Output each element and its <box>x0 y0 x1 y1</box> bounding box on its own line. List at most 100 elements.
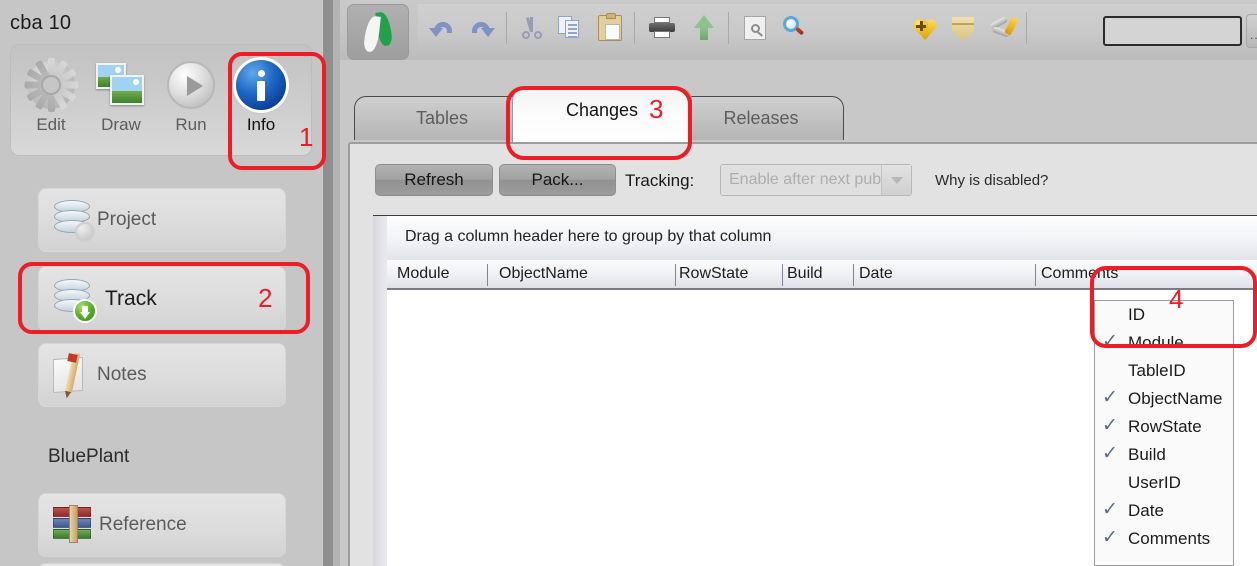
column-header-rowstate[interactable]: RowState <box>679 265 748 283</box>
info-icon <box>235 59 287 111</box>
mode-label-info: Info <box>246 115 276 134</box>
books-icon <box>51 505 95 545</box>
toolbar-separator <box>634 12 635 44</box>
menu-item-userid[interactable]: UserID <box>1095 469 1233 497</box>
pack-button[interactable]: Pack... <box>499 164 616 196</box>
menu-item-module[interactable]: ✓ Module <box>1095 329 1233 357</box>
mode-label-run: Run <box>175 115 207 134</box>
zoom-button[interactable] <box>776 12 810 44</box>
sidebar-item-label-track: Track <box>105 287 157 310</box>
column-chooser-menu[interactable]: ID ✓ Module TableID ✓ ObjectName ✓ RowSt… <box>1094 300 1234 566</box>
toolbar-separator <box>728 12 729 44</box>
magnifier-icon <box>783 16 807 40</box>
grid-row-indicator-column <box>373 216 387 566</box>
check-icon <box>1102 472 1118 492</box>
check-icon: ✓ <box>1102 415 1118 436</box>
menu-item-label: Date <box>1128 501 1164 520</box>
column-header-objectname[interactable]: ObjectName <box>499 265 588 283</box>
play-icon <box>165 59 217 111</box>
annotation-number-1: 1 <box>299 122 314 152</box>
undo-button[interactable] <box>426 12 460 44</box>
database-download-icon <box>51 278 97 323</box>
sidebar-item-project[interactable]: Project <box>38 188 286 252</box>
refresh-button[interactable]: Refresh <box>375 164 493 196</box>
menu-item-rowstate[interactable]: ✓ RowState <box>1095 413 1233 441</box>
sidebar-item-notes[interactable]: Notes <box>38 343 286 407</box>
mode-button-run[interactable]: Run <box>157 53 225 149</box>
check-icon <box>1102 360 1118 380</box>
publish-button[interactable] <box>686 12 720 44</box>
paste-button[interactable] <box>592 12 626 44</box>
menu-item-label: ObjectName <box>1128 389 1223 408</box>
menu-item-label: Comments <box>1128 529 1211 548</box>
print-button[interactable] <box>644 12 678 44</box>
tab-label-changes: Changes <box>565 100 639 120</box>
sidebar-item-reference[interactable]: Reference <box>38 493 286 557</box>
tracking-label: Tracking: <box>625 171 695 190</box>
menu-item-label: ID <box>1128 305 1145 324</box>
check-icon: ✓ <box>1102 443 1118 464</box>
why-is-disabled-link[interactable]: Why is disabled? <box>935 172 1048 189</box>
redo-button[interactable] <box>464 12 498 44</box>
check-icon: ✓ <box>1102 527 1118 548</box>
menu-item-build[interactable]: ✓ Build <box>1095 441 1233 469</box>
scissors-icon <box>522 17 542 39</box>
shield-button[interactable] <box>946 12 980 44</box>
mode-button-info[interactable]: Info <box>227 53 295 149</box>
top-toolbar: ... <box>340 0 1257 60</box>
check-icon <box>1102 304 1118 324</box>
toolbar-separator <box>1026 12 1027 44</box>
print-preview-button[interactable] <box>738 12 772 44</box>
sidebar-item-label-project: Project <box>97 209 157 230</box>
app-title: cba 10 <box>10 12 72 34</box>
column-resize-handle[interactable] <box>853 264 854 286</box>
menu-item-comments[interactable]: ✓ Comments <box>1095 525 1233 553</box>
sidebar-section-title: BluePlant <box>48 446 130 467</box>
annotation-number-3: 3 <box>649 94 664 124</box>
gear-icon <box>24 58 78 112</box>
column-resize-handle[interactable] <box>487 264 488 286</box>
column-resize-handle[interactable] <box>1035 264 1036 286</box>
chevron-down-icon[interactable] <box>881 165 911 195</box>
menu-item-date[interactable]: ✓ Date <box>1095 497 1233 525</box>
search-input-field[interactable] <box>1105 18 1252 44</box>
column-resize-handle[interactable] <box>675 264 676 286</box>
column-header-build[interactable]: Build <box>787 265 823 283</box>
group-by-bar[interactable]: Drag a column header here to group by th… <box>387 216 1257 260</box>
menu-item-label: RowState <box>1128 417 1202 436</box>
menu-item-id[interactable]: ID <box>1095 301 1233 329</box>
app-menu-button[interactable] <box>347 4 409 60</box>
yellow-heart-plus-icon <box>913 18 937 40</box>
menu-item-label: UserID <box>1128 473 1181 492</box>
panel-toolbar: Refresh Pack... Tracking: Enable after n… <box>350 144 1257 215</box>
menu-item-objectname[interactable]: ✓ ObjectName <box>1095 385 1233 413</box>
mode-button-draw[interactable]: Draw <box>87 53 155 149</box>
printer-icon <box>649 17 675 39</box>
mode-button-edit[interactable]: Edit <box>17 53 85 149</box>
menu-item-label: Build <box>1128 445 1166 464</box>
check-icon: ✓ <box>1102 499 1118 520</box>
notepad-pencil-icon <box>51 352 93 396</box>
tab-changes[interactable]: Changes <box>512 88 692 144</box>
menu-item-tableid[interactable]: TableID <box>1095 357 1233 385</box>
column-header-date[interactable]: Date <box>859 265 893 283</box>
undo-arrow-icon <box>429 16 456 40</box>
tracking-select-placeholder: Enable after next publish <box>729 171 906 188</box>
copy-button[interactable] <box>552 12 586 44</box>
toolbar-separator <box>506 12 507 44</box>
tab-releases[interactable]: Releases <box>678 96 844 140</box>
sidebar-scrollbar-thumb[interactable] <box>323 0 333 566</box>
search-input[interactable] <box>1103 16 1252 46</box>
cut-button[interactable] <box>514 12 548 44</box>
toolbar-overflow-button[interactable]: ... <box>1246 14 1257 48</box>
group-by-hint: Drag a column header here to group by th… <box>405 228 772 245</box>
column-header-comments[interactable]: Comments <box>1041 265 1118 283</box>
sidebar-item-track[interactable]: Track <box>38 266 286 332</box>
tracking-select[interactable]: Enable after next publish <box>720 164 912 196</box>
add-alarm-button[interactable] <box>908 12 942 44</box>
column-resize-handle[interactable] <box>782 264 783 286</box>
column-header-module[interactable]: Module <box>397 265 449 283</box>
grid-header-row: Module ObjectName RowState Build Date Co… <box>387 260 1257 290</box>
tab-tables[interactable]: Tables <box>354 96 530 140</box>
tools-button[interactable] <box>984 12 1019 44</box>
